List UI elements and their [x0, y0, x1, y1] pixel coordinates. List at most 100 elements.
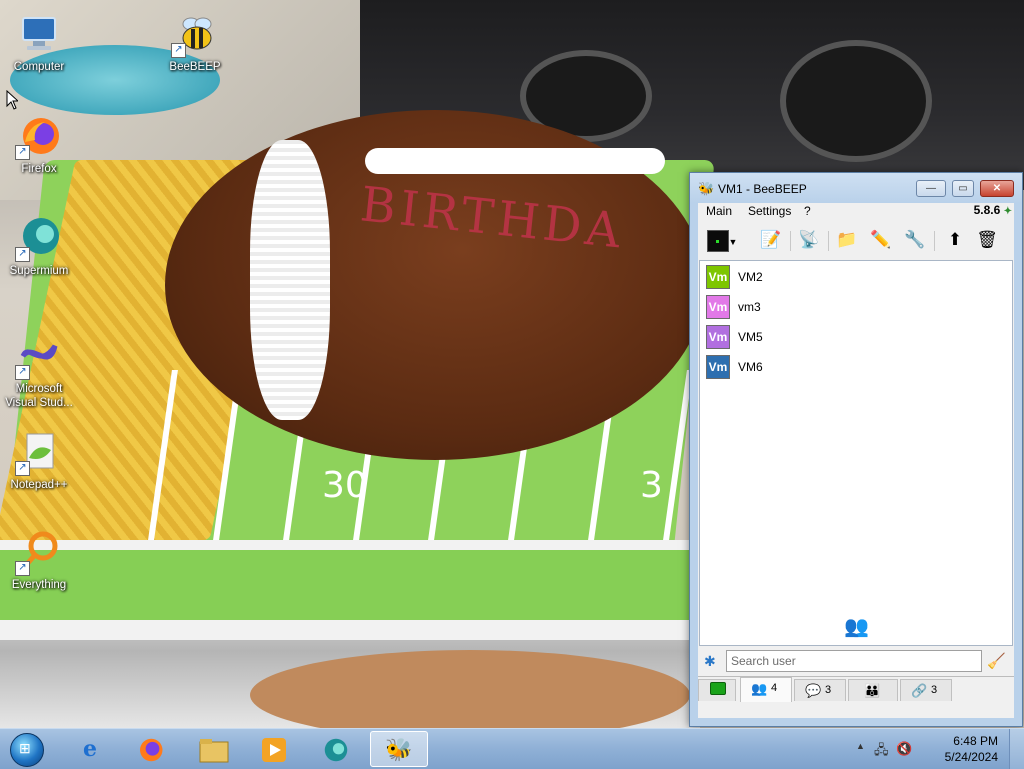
user-avatar: Vm: [706, 355, 730, 379]
update-badge-icon: ✦: [1003, 206, 1012, 217]
wallpaper-yard-number: 3: [640, 465, 663, 506]
tab-status[interactable]: [698, 679, 736, 701]
wallpaper-ball-stripe: [250, 140, 330, 420]
desktop-icon-label: BeeBEEP: [169, 61, 221, 73]
user-name: VM6: [738, 360, 763, 374]
wallpaper-ball-lace: [365, 148, 665, 174]
shortcut-arrow-icon: ↗: [15, 461, 30, 476]
tab-chats[interactable]: 💬 3: [794, 679, 846, 701]
desktop-icon-label: Supermium: [9, 265, 69, 277]
menu-bar: Main Settings ? 5.8.6 ✦: [698, 203, 1014, 221]
desktop-icon-beebeep[interactable]: ↗ BeeBEEP: [156, 10, 234, 74]
tab-share[interactable]: 🔗 3: [900, 679, 952, 701]
wallpaper-yard-number: 30: [322, 465, 368, 506]
system-tray: ▲ 🖧 🔇 6:48 PM 5/24/2024: [854, 729, 1024, 769]
taskbar: ⊞ e 🐝 ▲ 🖧 🔇 6:48 PM 5/24/2024: [0, 728, 1024, 769]
window-titlebar[interactable]: 🐝 VM1 - BeeBEEP — ▭ ✕: [690, 173, 1022, 203]
wallpaper-cake-side: [0, 540, 690, 640]
windows-logo-icon: ⊞: [10, 733, 44, 767]
groups-tab-icon: 👪: [864, 683, 881, 698]
tab-users[interactable]: 👥 4: [740, 677, 792, 702]
close-button[interactable]: ✕: [980, 180, 1014, 197]
search-bar: ✱ 🧹: [698, 648, 1014, 676]
notepadpp-icon: ↗: [15, 428, 63, 476]
clock-date[interactable]: 5/24/2024: [945, 750, 998, 764]
supermium-icon: ↗: [15, 214, 63, 262]
status-tab-icon: [710, 681, 726, 701]
share-tab-icon: 🔗: [911, 683, 928, 698]
user-avatar: Vm: [706, 295, 730, 319]
clock-time[interactable]: 6:48 PM: [953, 734, 998, 748]
file-explorer-icon[interactable]: [186, 731, 242, 767]
computer-icon: [15, 10, 63, 58]
search-icon: ✱: [704, 653, 716, 669]
firefox-icon[interactable]: [122, 731, 178, 767]
tab-count: 3: [825, 684, 832, 696]
mouse-cursor-icon: [6, 89, 20, 113]
status-icon[interactable]: ▼: [704, 227, 740, 253]
version-label: 5.8.6 ✦: [973, 203, 1012, 217]
volume-muted-icon[interactable]: 🔇: [896, 741, 912, 757]
bee-icon: ↗: [171, 10, 219, 58]
tab-count: 3: [931, 684, 938, 696]
user-name: VM5: [738, 330, 763, 344]
tab-groups[interactable]: 👪: [848, 679, 898, 701]
user-avatar: Vm: [706, 265, 730, 289]
network-icon[interactable]: 📡: [796, 227, 822, 253]
window-client-area: Main Settings ? 5.8.6 ✦ ▼ 📝 📡 📁 ✏️ 🔧 ⬆ 🗑…: [698, 203, 1014, 718]
show-hidden-icons-icon[interactable]: ▲: [856, 741, 865, 751]
menu-settings[interactable]: Settings: [748, 204, 791, 218]
firefox-icon: ↗: [15, 112, 63, 160]
desktop-icon-label: Microsoft Visual Stud...: [5, 383, 73, 409]
user-name: VM2: [738, 270, 763, 284]
user-list[interactable]: Vm VM2 Vm vm3 Vm VM5 Vm VM6 👥: [699, 260, 1013, 646]
supermium-icon[interactable]: [308, 731, 364, 767]
chats-tab-icon: 💬: [805, 683, 822, 698]
beebeep-icon[interactable]: 🐝: [370, 731, 428, 767]
desktop-icon-everything[interactable]: ↗ Everything: [0, 528, 78, 592]
users-tab-icon: 👥: [751, 681, 768, 696]
shortcut-arrow-icon: ↗: [15, 561, 30, 576]
start-button[interactable]: ⊞: [4, 729, 48, 769]
bee-icon: 🐝: [698, 181, 715, 196]
folder-icon[interactable]: 📁: [834, 227, 860, 253]
desktop-icon-firefox[interactable]: ↗ Firefox: [0, 112, 78, 176]
shortcut-arrow-icon: ↗: [171, 43, 186, 58]
shortcut-arrow-icon: ↗: [15, 145, 30, 160]
shortcut-arrow-icon: ↗: [15, 365, 30, 380]
desktop-icon-label: Everything: [11, 579, 67, 591]
desktop-icon-computer[interactable]: Computer: [0, 10, 78, 74]
tools-icon[interactable]: 🔧: [902, 227, 928, 253]
menu-main[interactable]: Main: [706, 204, 732, 218]
desktop-icon-notepadpp[interactable]: ↗ Notepad++: [0, 428, 78, 492]
trash-icon[interactable]: 🗑: [974, 227, 1000, 253]
network-status-icon[interactable]: 🖧: [874, 741, 889, 763]
search-user-input[interactable]: [726, 650, 982, 672]
desktop-icon-visual-studio[interactable]: ↗ Microsoft Visual Stud...: [0, 332, 78, 410]
clear-search-icon[interactable]: 🧹: [987, 652, 1006, 670]
menu-help[interactable]: ?: [804, 204, 811, 218]
user-avatar: Vm: [706, 325, 730, 349]
media-player-icon[interactable]: [246, 731, 302, 767]
internet-explorer-icon[interactable]: e: [62, 731, 118, 767]
window-title: VM1 - BeeBEEP: [718, 182, 807, 196]
tab-count: 4: [771, 682, 778, 694]
everything-icon: ↗: [15, 528, 63, 576]
shortcut-arrow-icon: ↗: [15, 247, 30, 262]
people-online-icon: 👥: [844, 616, 869, 638]
update-icon[interactable]: ⬆: [942, 227, 968, 253]
desktop-icon-label: Notepad++: [10, 479, 68, 491]
user-name: vm3: [738, 300, 761, 314]
desktop-icon-label: Computer: [13, 61, 65, 73]
vcard-icon[interactable]: 📝: [758, 227, 784, 253]
desktop-icon-supermium[interactable]: ↗ Supermium: [0, 214, 78, 278]
desktop-icon-label: Firefox: [21, 163, 57, 175]
show-desktop-button[interactable]: [1009, 729, 1024, 769]
maximize-button[interactable]: ▭: [952, 180, 974, 197]
beebeep-window[interactable]: 🐝 VM1 - BeeBEEP — ▭ ✕ Main Settings ? 5.…: [689, 172, 1023, 727]
bottom-tab-bar: 👥 4 💬 3 👪 🔗 3: [698, 676, 1014, 703]
minimize-button[interactable]: —: [916, 180, 946, 197]
visual-studio-icon: ↗: [15, 332, 63, 380]
compose-icon[interactable]: ✏️: [868, 227, 894, 253]
main-toolbar: ▼ 📝 📡 📁 ✏️ 🔧 ⬆ 🗑: [698, 223, 1014, 259]
